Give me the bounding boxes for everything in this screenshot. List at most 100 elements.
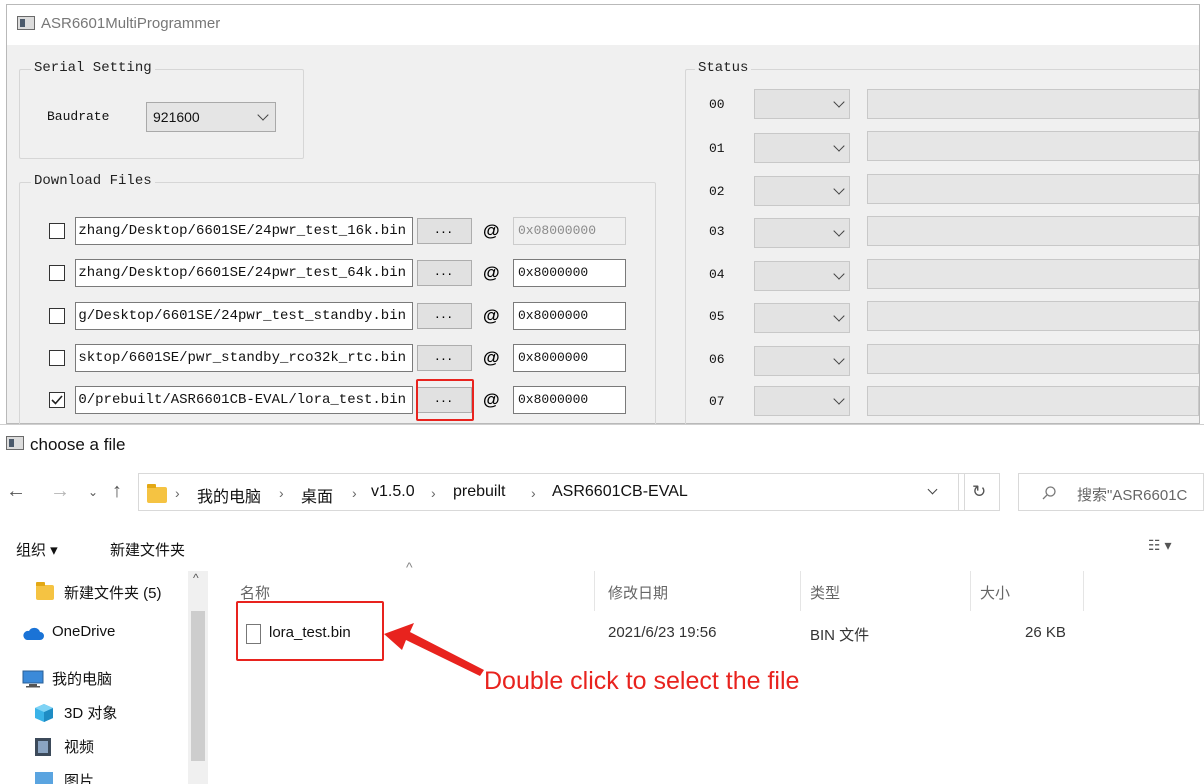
browse-button[interactable]: ... [417, 260, 472, 286]
file-dialog: choose a file ← → ⌄ ↑ › 我的电脑 › 桌面 › v1.5… [0, 424, 1204, 784]
forward-arrow-icon[interactable]: → [50, 480, 70, 503]
nav-item-onedrive[interactable]: OneDrive [22, 620, 182, 646]
address-field[interactable]: 0x8000000 [513, 302, 626, 330]
file-path-field[interactable]: zhang/Desktop/6601SE/24pwr_test_16k.bin [75, 217, 413, 245]
recent-chevron-icon[interactable]: ⌄ [88, 485, 98, 499]
port-number: 01 [709, 141, 725, 156]
port-select[interactable] [754, 176, 850, 206]
video-icon [35, 738, 51, 756]
progress-bar [867, 89, 1199, 119]
window-title: ASR6601MultiProgrammer [41, 15, 221, 32]
new-folder-button[interactable]: 新建文件夹 [110, 539, 185, 560]
browse-button-highlight [416, 379, 474, 421]
row-checkbox[interactable] [49, 308, 65, 324]
file-type: BIN 文件 [810, 627, 870, 644]
address-field[interactable]: 0x8000000 [513, 259, 626, 287]
breadcrumb-item[interactable]: 我的电脑 [197, 483, 261, 507]
chevron-down-icon[interactable] [927, 484, 938, 495]
port-number: 03 [709, 224, 725, 239]
nav-item-new-folder[interactable]: 新建文件夹 (5) [36, 579, 186, 605]
nav-item-3d-objects[interactable]: 3D 对象 [34, 699, 184, 725]
nav-scrollbar[interactable]: ^ [188, 571, 208, 784]
baudrate-label: Baudrate [47, 109, 110, 124]
column-divider[interactable] [1083, 571, 1084, 611]
browse-button[interactable]: ... [417, 345, 472, 371]
download-row: zhang/Desktop/6601SE/24pwr_test_16k.bin … [7, 217, 647, 247]
address-field[interactable]: 0x08000000 [513, 217, 626, 245]
port-select[interactable] [754, 218, 850, 248]
address-field[interactable]: 0x8000000 [513, 386, 626, 414]
row-checkbox[interactable] [49, 265, 65, 281]
browse-button[interactable]: ... [417, 303, 472, 329]
column-header-type[interactable]: 类型 [810, 582, 840, 603]
status-row: 00 [697, 89, 1199, 123]
breadcrumb-item[interactable]: 桌面 [301, 483, 333, 507]
column-divider[interactable] [594, 571, 595, 611]
download-row: sktop/6601SE/pwr_standby_rco32k_rtc.bin … [7, 344, 647, 374]
column-header-date[interactable]: 修改日期 [608, 582, 668, 603]
breadcrumb-item[interactable]: prebuilt [453, 483, 505, 501]
up-arrow-icon[interactable]: ↑ [112, 480, 122, 503]
row-checkbox-checked[interactable] [49, 392, 65, 408]
search-placeholder: 搜索"ASR6601C [1077, 487, 1188, 504]
progress-bar [867, 344, 1199, 374]
progress-bar [867, 174, 1199, 204]
computer-icon [22, 670, 44, 688]
file-path-field[interactable]: zhang/Desktop/6601SE/24pwr_test_64k.bin [75, 259, 413, 287]
row-checkbox[interactable] [49, 223, 65, 239]
port-select[interactable] [754, 303, 850, 333]
baudrate-select[interactable]: 921600 [146, 102, 276, 132]
nav-item-videos[interactable]: 视频 [34, 733, 184, 759]
breadcrumb-item[interactable]: ASR6601CB-EVAL [552, 483, 688, 501]
chevron-down-icon [257, 109, 269, 121]
view-options-icon[interactable]: ☷ ▾ [1148, 537, 1171, 554]
nav-item-label: OneDrive [52, 623, 116, 640]
port-select[interactable] [754, 261, 850, 291]
search-input[interactable]: 搜索"ASR6601C [1018, 473, 1204, 511]
status-legend: Status [695, 60, 752, 76]
file-path-field[interactable]: g/Desktop/6601SE/24pwr_test_standby.bin [75, 302, 413, 330]
chevron-down-icon [833, 183, 845, 195]
status-row: 02 [697, 174, 1199, 208]
progress-bar [867, 259, 1199, 289]
file-path-field[interactable]: 0/prebuilt/ASR6601CB-EVAL/lora_test.bin [75, 386, 413, 414]
port-select[interactable] [754, 346, 850, 376]
back-arrow-icon[interactable]: ← [6, 480, 26, 503]
annotation-text: Double click to select the file [484, 667, 800, 695]
scroll-up-arrow-icon[interactable]: ^ [193, 571, 199, 585]
address-bar[interactable]: › 我的电脑 › 桌面 › v1.5.0 › prebuilt › ASR660… [138, 473, 965, 511]
organize-button[interactable]: 组织 ▾ [16, 539, 58, 560]
browse-button[interactable]: ... [417, 218, 472, 244]
scrollbar-thumb[interactable] [191, 611, 205, 761]
nav-item-this-pc[interactable]: 我的电脑 [22, 665, 182, 691]
port-select[interactable] [754, 386, 850, 416]
port-number: 06 [709, 352, 725, 367]
breadcrumb-separator: › [352, 485, 357, 501]
breadcrumb-item[interactable]: v1.5.0 [371, 483, 415, 501]
at-label: @ [483, 221, 500, 240]
onedrive-cloud-icon [23, 627, 44, 640]
nav-item-pictures[interactable]: 图片 [34, 767, 184, 784]
breadcrumb-separator: › [431, 485, 436, 501]
baudrate-value: 921600 [153, 109, 200, 125]
column-header-size[interactable]: 大小 [980, 582, 1010, 603]
refresh-button[interactable]: ↻ [958, 473, 1000, 511]
address-field[interactable]: 0x8000000 [513, 344, 626, 372]
port-select[interactable] [754, 133, 850, 163]
status-row: 06 [697, 344, 1199, 378]
progress-bar [867, 216, 1199, 246]
3d-objects-icon [35, 704, 53, 722]
port-number: 04 [709, 267, 725, 282]
file-path-field[interactable]: sktop/6601SE/pwr_standby_rco32k_rtc.bin [75, 344, 413, 372]
column-divider[interactable] [970, 571, 971, 611]
at-label: @ [483, 390, 500, 409]
breadcrumb-separator: › [279, 485, 284, 501]
programmer-window: ASR6601MultiProgrammer Serial Setting Ba… [6, 4, 1200, 432]
column-divider[interactable] [800, 571, 801, 611]
column-header-name[interactable]: 名称 [240, 582, 270, 603]
chevron-down-icon [833, 310, 845, 322]
port-select[interactable] [754, 89, 850, 119]
row-checkbox[interactable] [49, 350, 65, 366]
nav-item-label: 视频 [64, 739, 95, 756]
chevron-down-icon [833, 268, 845, 280]
